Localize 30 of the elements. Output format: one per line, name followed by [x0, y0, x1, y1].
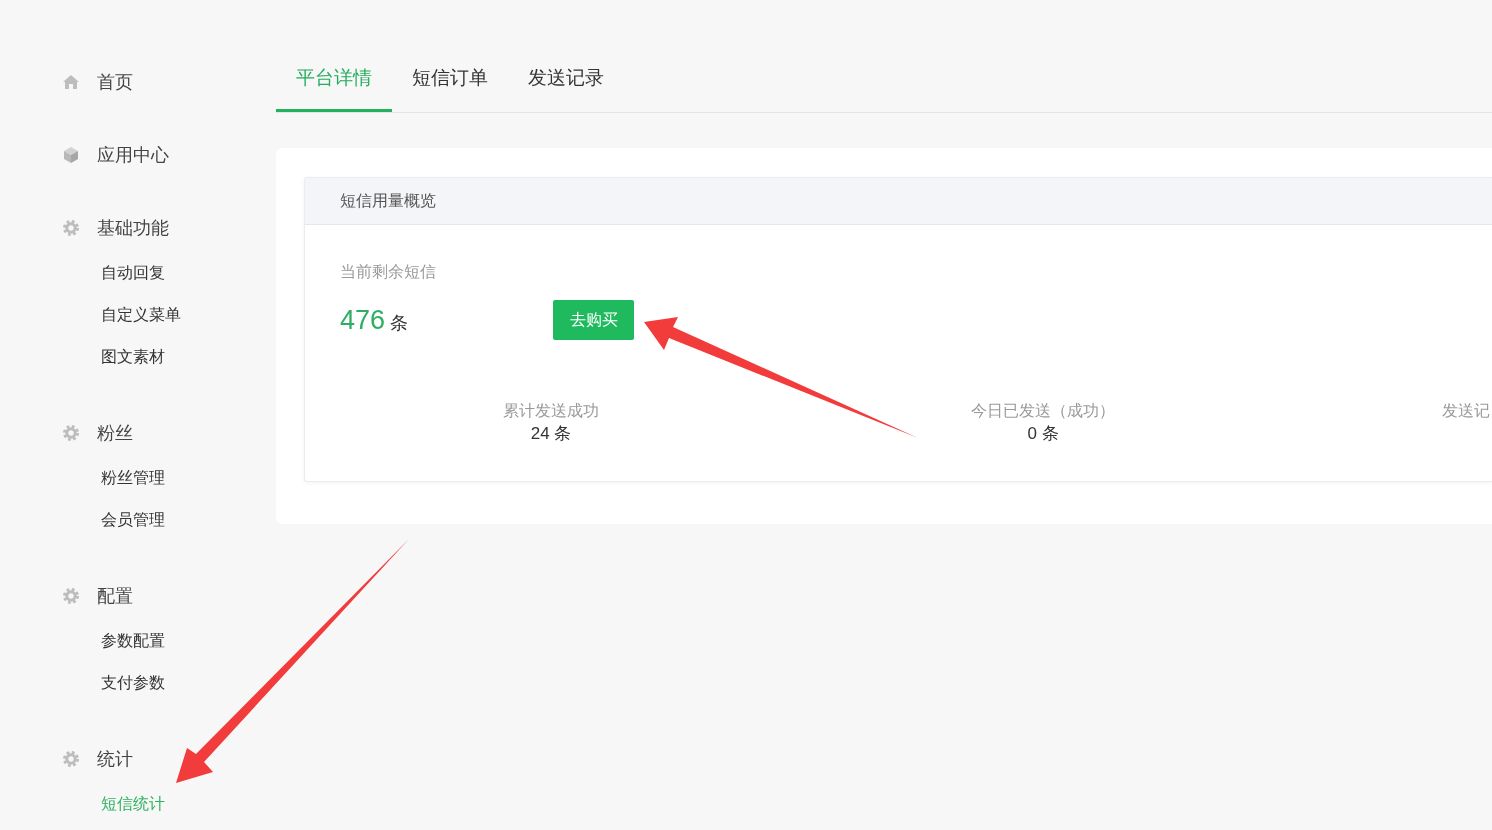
nav-section-title: 粉丝 — [97, 422, 133, 445]
stat-value: 24 条 — [530, 423, 572, 445]
nav-link[interactable]: 图文素材 — [101, 336, 165, 378]
nav-link[interactable]: 自动回复 — [101, 252, 165, 294]
nav-link[interactable]: 自定义菜单 — [101, 294, 181, 336]
nav-link[interactable]: 应用中心 — [63, 140, 169, 170]
remaining-label: 当前剩余短信 — [340, 262, 436, 282]
gear-icon — [63, 588, 79, 604]
stat-label: 累计发送成功 — [503, 401, 599, 421]
unit-label: 条 — [390, 312, 409, 335]
nav-link[interactable]: 首页 — [63, 67, 133, 97]
remaining-count: 476 — [340, 304, 386, 336]
nav-section-title: 配置 — [97, 585, 133, 608]
gear-icon — [63, 220, 79, 236]
nav-link[interactable]: 会员管理 — [101, 499, 165, 541]
stat-value: 0 条 — [1027, 423, 1059, 445]
tab[interactable]: 短信订单 — [392, 55, 508, 112]
stat-label: 今日已发送（成功） — [971, 401, 1115, 421]
cube-icon — [63, 147, 79, 163]
nav-section-title: 统计 — [97, 748, 133, 771]
nav-link[interactable]: 粉丝管理 — [101, 457, 165, 499]
home-icon — [63, 75, 79, 89]
nav-section-title: 基础功能 — [97, 217, 169, 240]
panel-title: 短信用量概览 — [340, 190, 436, 211]
gear-icon — [63, 751, 79, 767]
nav-link[interactable]: 参数配置 — [101, 620, 165, 662]
stat-label: 发送记 — [1442, 401, 1490, 421]
tab[interactable]: 发送记录 — [508, 55, 624, 112]
gear-icon — [63, 425, 79, 441]
nav-link[interactable]: 支付参数 — [101, 662, 165, 704]
